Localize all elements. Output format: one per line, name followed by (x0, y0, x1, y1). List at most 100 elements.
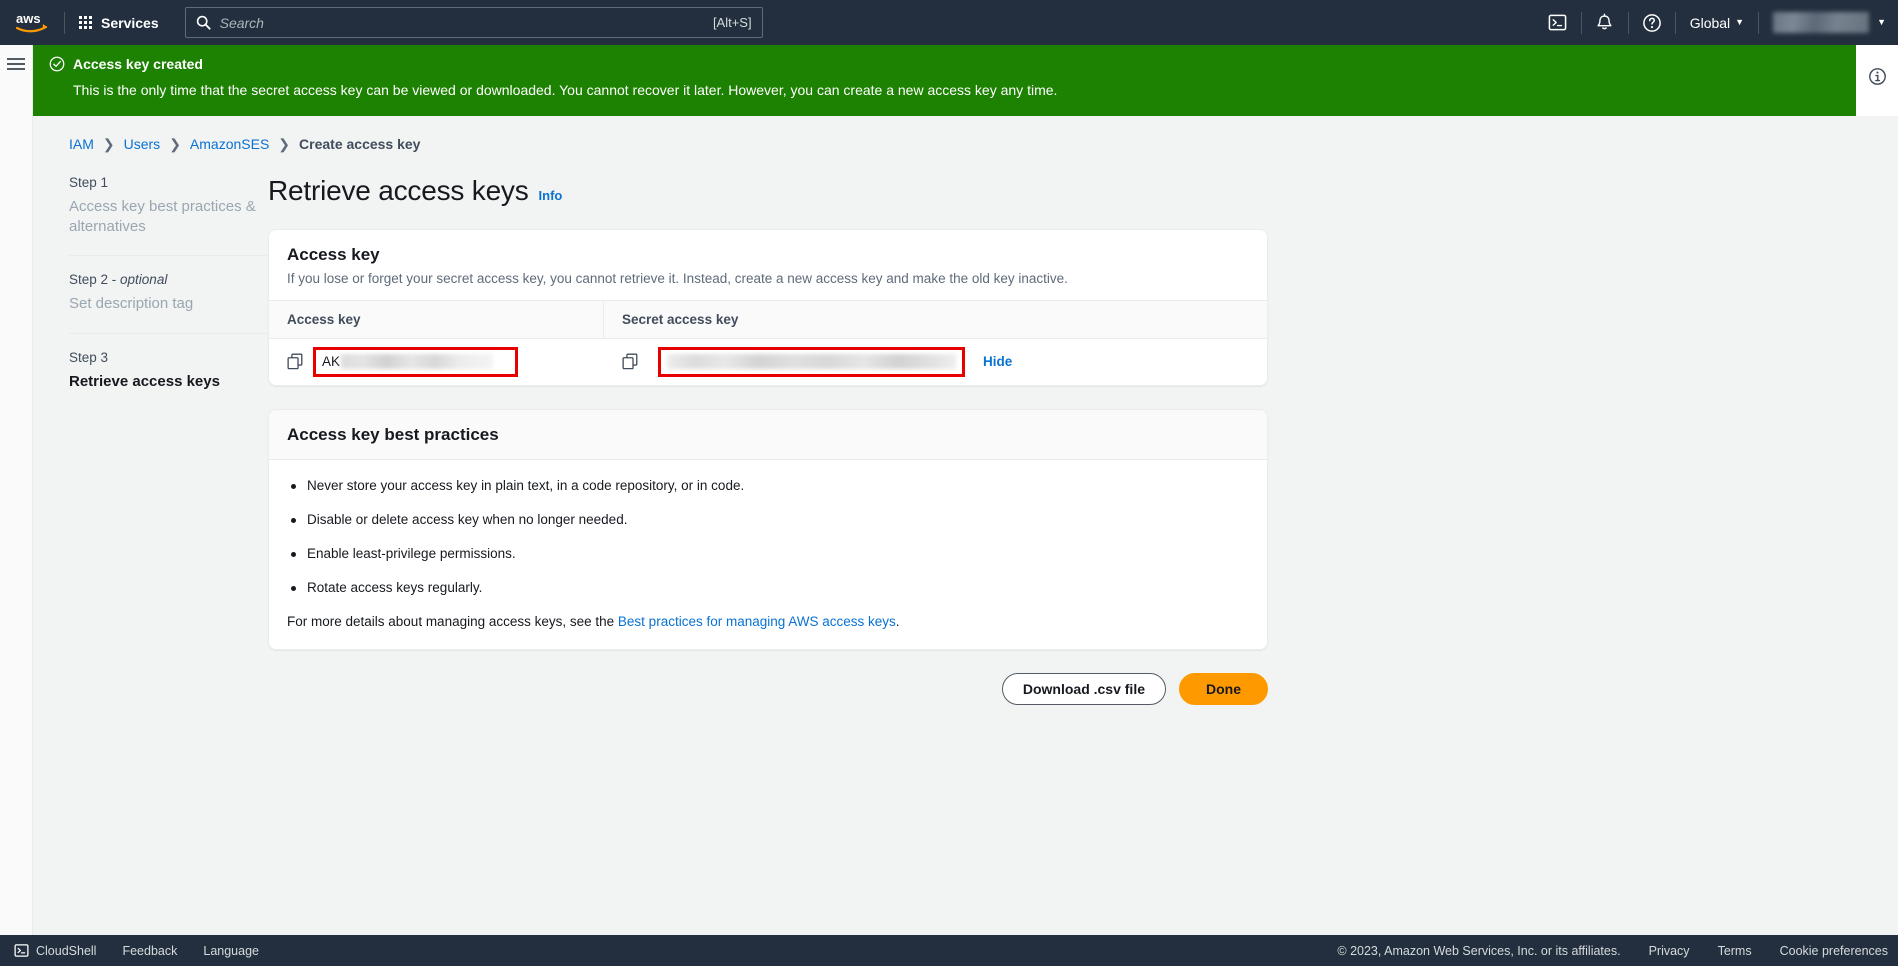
footer-feedback-link[interactable]: Feedback (122, 944, 177, 958)
content-columns: Step 1 Access key best practices & alter… (33, 175, 1856, 705)
list-item: Rotate access keys regularly. (287, 580, 1249, 595)
secret-access-key-value-highlight[interactable] (658, 346, 965, 377)
copy-icon (287, 353, 303, 370)
top-nav-right-group: Global ▼ ▼ (1535, 0, 1898, 45)
region-selector-button[interactable]: Global ▼ (1676, 0, 1758, 45)
best-practices-note-suffix: . (895, 613, 900, 629)
best-practices-note-prefix: For more details about managing access k… (287, 613, 618, 629)
best-practices-card-title: Access key best practices (287, 424, 499, 444)
footer-cookie-preferences-link[interactable]: Cookie preferences (1780, 944, 1888, 958)
info-circle-icon[interactable] (1868, 67, 1887, 86)
right-rail (1856, 115, 1898, 935)
breadcrumb-separator-icon: ❯ (278, 135, 291, 152)
flash-header: Access key created (49, 56, 1838, 72)
footer-cloudshell-button[interactable]: CloudShell (14, 943, 96, 958)
breadcrumb-item-users[interactable]: Users (124, 136, 161, 152)
breadcrumb: IAM ❯ Users ❯ AmazonSES ❯ Create access … (33, 136, 1856, 153)
breadcrumb-separator-icon: ❯ (169, 135, 181, 152)
secret-access-key-masked-value (667, 354, 956, 370)
best-practices-card-header: Access key best practices (269, 409, 1267, 460)
cloudshell-button[interactable] (1535, 0, 1581, 45)
question-circle-icon (1642, 13, 1661, 32)
wizard-step-1[interactable]: Step 1 Access key best practices & alter… (69, 175, 268, 238)
wizard-step-2[interactable]: Step 2 - optional Set description tag (69, 272, 268, 314)
footer-privacy-link[interactable]: Privacy (1649, 944, 1690, 958)
success-check-icon (49, 56, 65, 72)
footer-right-group: © 2023, Amazon Web Services, Inc. or its… (1337, 944, 1898, 958)
cloudshell-icon (14, 944, 29, 957)
footer-language-link[interactable]: Language (203, 944, 259, 958)
services-label: Services (101, 14, 159, 31)
download-csv-button[interactable]: Download .csv file (1001, 672, 1166, 705)
secret-access-key-cell: Hide (604, 339, 1267, 385)
account-menu-button[interactable]: ▼ (1759, 0, 1898, 45)
account-name-masked (1773, 12, 1870, 33)
access-key-card-header: Access key If you lose or forget your se… (269, 230, 1267, 300)
best-practices-card: Access key best practices Never store yo… (268, 408, 1268, 650)
access-key-card-description: If you lose or forget your secret access… (287, 270, 1068, 286)
best-practices-note: For more details about managing access k… (287, 614, 1249, 629)
wizard-main-column: Retrieve access keys Info Access key If … (268, 175, 1268, 705)
wizard-step-2-number: Step 2 - optional (69, 272, 168, 288)
breadcrumb-item-current: Create access key (299, 136, 421, 153)
aws-logo[interactable]: aws (0, 11, 64, 35)
services-menu-button[interactable]: Services (65, 0, 173, 45)
column-header-secret-access-key: Secret access key (622, 311, 739, 327)
breadcrumb-item-iam[interactable]: IAM (69, 136, 94, 152)
access-key-table-header: Access key Secret access key (269, 299, 1267, 339)
breadcrumb-separator-icon: ❯ (102, 135, 115, 152)
divider (69, 332, 268, 334)
wizard-step-2-label: Set description tag (69, 295, 194, 313)
wizard-step-3-number: Step 3 (69, 349, 109, 365)
access-key-masked-value (341, 354, 494, 370)
search-shortcut-hint: [Alt+S] (712, 15, 752, 30)
flash-banner-row: Access key created This is the only time… (0, 45, 1898, 116)
copy-secret-access-key-button[interactable] (622, 353, 638, 370)
done-button[interactable]: Done (1179, 672, 1268, 705)
wizard-step-3-label: Retrieve access keys (69, 372, 220, 390)
notifications-button[interactable] (1582, 0, 1628, 45)
cloudshell-icon (1548, 14, 1567, 31)
region-label: Global (1689, 14, 1731, 31)
info-panel-toggle-column (1856, 45, 1898, 116)
wizard-step-1-number: Step 1 (69, 174, 109, 190)
help-button[interactable] (1629, 0, 1675, 45)
access-key-table-row: AK Hide (269, 339, 1267, 385)
flash-title: Access key created (73, 56, 203, 72)
copy-access-key-button[interactable] (287, 353, 303, 370)
breadcrumb-item-amazonses[interactable]: AmazonSES (190, 136, 269, 152)
content-row: IAM ❯ Users ❯ AmazonSES ❯ Create access … (0, 115, 1898, 935)
footer-cloudshell-label: CloudShell (36, 943, 97, 958)
copy-icon (622, 353, 638, 370)
list-item: Enable least-privilege permissions. (287, 546, 1249, 561)
top-navigation-bar: aws Services [Alt+S] (0, 0, 1898, 45)
footer-terms-link[interactable]: Terms (1718, 944, 1752, 958)
main-content: IAM ❯ Users ❯ AmazonSES ❯ Create access … (33, 116, 1856, 935)
footer-copyright: © 2023, Amazon Web Services, Inc. or its… (1337, 943, 1621, 958)
list-item: Disable or delete access key when no lon… (287, 512, 1249, 527)
wizard-steps-nav: Step 1 Access key best practices & alter… (33, 175, 268, 705)
wizard-step-3[interactable]: Step 3 Retrieve access keys (69, 350, 268, 392)
footer-bar: CloudShell Feedback Language © 2023, Ama… (0, 935, 1898, 966)
page-title: Retrieve access keys (268, 174, 529, 206)
page-info-link[interactable]: Info (539, 188, 563, 203)
list-item: Never store your access key in plain tex… (287, 478, 1249, 493)
access-key-prefix: AK (322, 354, 341, 370)
divider (69, 255, 268, 257)
access-key-value-highlight[interactable]: AK (313, 346, 518, 377)
flash-message-text: This is the only time that the secret ac… (73, 82, 1058, 98)
best-practices-doc-link[interactable]: Best practices for managing AWS access k… (618, 614, 896, 629)
wizard-step-1-label: Access key best practices & alternatives (69, 197, 256, 236)
search-input[interactable] (219, 14, 713, 31)
hide-secret-key-link[interactable]: Hide (983, 354, 1012, 369)
access-key-cell: AK (269, 339, 604, 385)
aws-console-page: aws Services [Alt+S] (0, 0, 1898, 966)
best-practices-card-body: Never store your access key in plain tex… (269, 460, 1267, 649)
chevron-down-icon: ▼ (1735, 17, 1745, 27)
success-flash-message: Access key created This is the only time… (33, 45, 1856, 116)
search-box[interactable]: [Alt+S] (184, 7, 763, 38)
left-rail-top (0, 45, 33, 116)
left-rail (0, 115, 33, 935)
svg-text:aws: aws (16, 11, 41, 26)
menu-toggle-button[interactable] (7, 58, 25, 116)
